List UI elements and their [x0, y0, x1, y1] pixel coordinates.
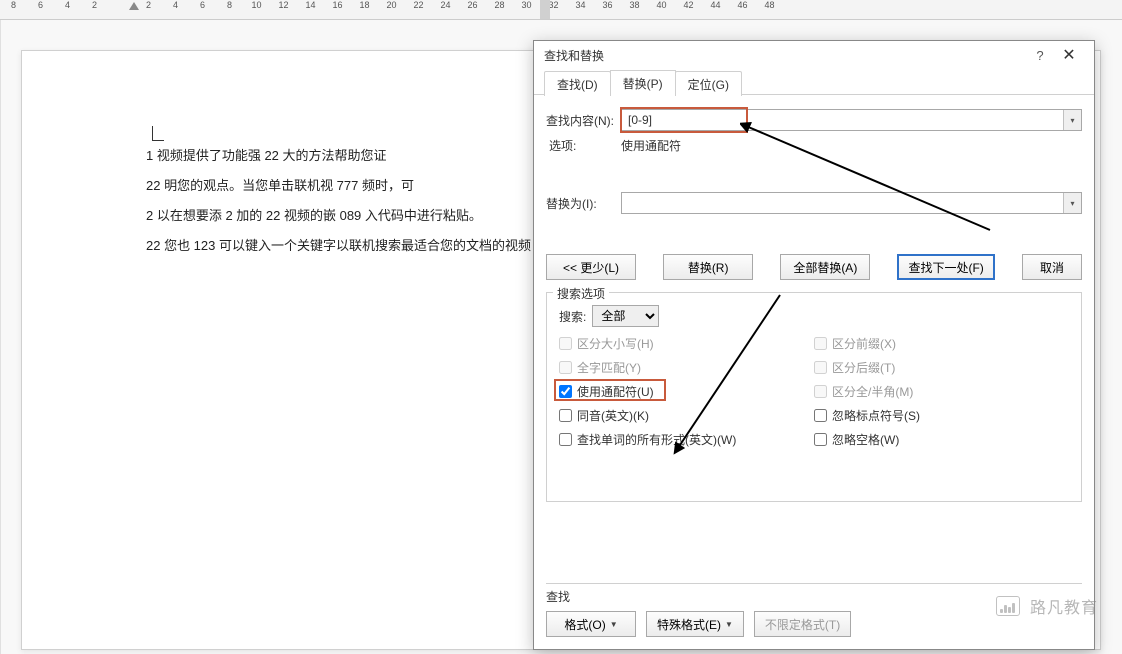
ruler-tick: 44 [702, 0, 729, 10]
find-input-value: [0-9] [628, 113, 652, 127]
ruler-tick: 36 [594, 0, 621, 10]
checkbox-input [559, 337, 572, 350]
ruler-tick: 46 [729, 0, 756, 10]
replace-input[interactable]: ▾ [621, 192, 1082, 214]
options-label: 选项: [549, 137, 621, 154]
search-options-legend: 搜索选项 [553, 285, 609, 302]
checkbox-option: 区分后缀(T) [814, 359, 1069, 376]
checkbox-option[interactable]: 使用通配符(U) [559, 383, 814, 400]
replace-button[interactable]: 替换(R) [663, 254, 753, 280]
checkbox-option[interactable]: 同音(英文)(K) [559, 407, 814, 424]
cancel-button[interactable]: 取消 [1022, 254, 1082, 280]
ruler-tab-marker [540, 0, 550, 20]
checkbox-input[interactable] [559, 409, 572, 422]
dialog-body: 查找内容(N): [0-9] ▾ 选项: 使用通配符 替换为(I): ▾ << … [534, 95, 1094, 502]
checkbox-input [814, 361, 827, 374]
ruler-tick: 24 [432, 0, 459, 10]
dialog-tabs: 查找(D) 替换(P) 定位(G) [534, 69, 1094, 95]
checkbox-option: 全字匹配(Y) [559, 359, 814, 376]
watermark: 路凡教育 [996, 594, 1098, 618]
chart-icon [996, 596, 1020, 616]
chevron-down-icon: ▼ [610, 620, 618, 629]
options-value: 使用通配符 [621, 137, 681, 154]
ruler-tick: 16 [324, 0, 351, 10]
ruler-tick: 12 [270, 0, 297, 10]
checkbox-input[interactable] [814, 433, 827, 446]
ruler-tick: 6 [27, 0, 54, 10]
tab-find[interactable]: 查找(D) [544, 71, 611, 96]
tab-replace[interactable]: 替换(P) [610, 70, 676, 95]
ruler-tick: 22 [405, 0, 432, 10]
ruler-tick: 30 [513, 0, 540, 10]
horizontal-ruler: 8642246810121416182022242628303234363840… [0, 0, 1122, 20]
dropdown-icon[interactable]: ▾ [1063, 193, 1081, 213]
ruler-tick: 6 [189, 0, 216, 10]
checkbox-label: 区分前缀(X) [832, 335, 896, 352]
tab-goto[interactable]: 定位(G) [675, 71, 742, 96]
checkbox-label: 区分后缀(T) [832, 359, 895, 376]
search-scope-select[interactable]: 全部 [592, 305, 659, 327]
ruler-tick: 34 [567, 0, 594, 10]
checkbox-label: 全字匹配(Y) [577, 359, 641, 376]
dropdown-icon[interactable]: ▾ [1063, 110, 1081, 130]
paragraph-mark-icon [152, 126, 164, 141]
format-button[interactable]: 格式(O)▼ [546, 611, 636, 637]
ruler-tick: 10 [243, 0, 270, 10]
no-format-button: 不限定格式(T) [754, 611, 851, 637]
find-input[interactable]: [0-9] ▾ [621, 109, 1082, 131]
dialog-titlebar[interactable]: 查找和替换 ? ✕ [534, 41, 1094, 69]
checkbox-input [814, 385, 827, 398]
checkbox-option: 区分前缀(X) [814, 335, 1069, 352]
search-scope-label: 搜索: [559, 308, 586, 325]
ruler-tick: 8 [0, 0, 27, 10]
checkbox-option[interactable]: 忽略空格(W) [814, 431, 1069, 448]
ruler-tick: 18 [351, 0, 378, 10]
find-label: 查找内容(N): [546, 112, 621, 129]
dialog-title: 查找和替换 [544, 47, 1026, 64]
replace-all-button[interactable]: 全部替换(A) [780, 254, 870, 280]
chevron-down-icon: ▼ [725, 620, 733, 629]
ruler-tick: 2 [81, 0, 108, 10]
checkbox-option: 区分全/半角(M) [814, 383, 1069, 400]
checkbox-label: 同音(英文)(K) [577, 407, 649, 424]
ruler-tick: 14 [297, 0, 324, 10]
checkbox-label: 忽略空格(W) [832, 431, 899, 448]
close-button[interactable]: ✕ [1054, 45, 1084, 65]
checkbox-label: 使用通配符(U) [577, 383, 654, 400]
checkbox-label: 区分大小写(H) [577, 335, 654, 352]
ruler-tick: 42 [675, 0, 702, 10]
checkbox-input[interactable] [814, 409, 827, 422]
checkbox-label: 区分全/半角(M) [832, 383, 913, 400]
checkbox-input[interactable] [559, 385, 572, 398]
special-format-button[interactable]: 特殊格式(E)▼ [646, 611, 744, 637]
help-button[interactable]: ? [1026, 48, 1054, 63]
ruler-tick: 8 [216, 0, 243, 10]
watermark-text: 路凡教育 [1030, 594, 1098, 618]
ruler-tick: 26 [459, 0, 486, 10]
checkbox-option: 区分大小写(H) [559, 335, 814, 352]
find-replace-dialog: 查找和替换 ? ✕ 查找(D) 替换(P) 定位(G) 查找内容(N): [0-… [533, 40, 1095, 650]
less-button[interactable]: << 更少(L) [546, 254, 636, 280]
ruler-tick: 40 [648, 0, 675, 10]
ruler-tick: 28 [486, 0, 513, 10]
checkbox-option[interactable]: 查找单词的所有形式(英文)(W) [559, 431, 814, 448]
checkbox-label: 查找单词的所有形式(英文)(W) [577, 431, 736, 448]
ruler-tick: 38 [621, 0, 648, 10]
ruler-tick: 4 [54, 0, 81, 10]
checkbox-label: 忽略标点符号(S) [832, 407, 920, 424]
checkbox-input [559, 361, 572, 374]
ruler-tick: 4 [162, 0, 189, 10]
replace-label: 替换为(I): [546, 195, 621, 212]
search-options-group: 搜索选项 搜索: 全部 区分大小写(H)全字匹配(Y)使用通配符(U)同音(英文… [546, 292, 1082, 502]
ruler-tick: 48 [756, 0, 783, 10]
checkbox-input[interactable] [559, 433, 572, 446]
find-next-button[interactable]: 查找下一处(F) [897, 254, 994, 280]
checkbox-option[interactable]: 忽略标点符号(S) [814, 407, 1069, 424]
checkbox-input [814, 337, 827, 350]
indent-marker-icon[interactable] [128, 2, 140, 14]
ruler-tick: 20 [378, 0, 405, 10]
